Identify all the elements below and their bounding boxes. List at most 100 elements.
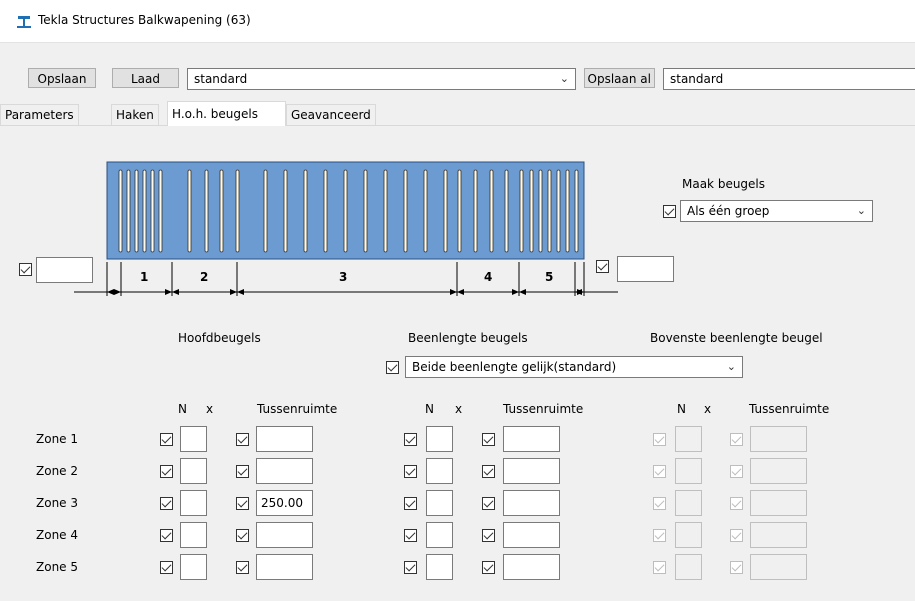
zone-label-1: 1 — [140, 270, 149, 284]
b-t-checkbox[interactable] — [482, 465, 495, 478]
b-t-checkbox[interactable] — [482, 529, 495, 542]
zone-row-label: Zone 2 — [36, 464, 78, 478]
left-offset-input[interactable] — [36, 257, 93, 283]
load-button[interactable]: Laad — [112, 68, 179, 88]
beenlengte-header: Beenlengte beugels — [408, 331, 528, 345]
stirrup-bar — [403, 169, 408, 253]
save-as-value: standard — [670, 72, 724, 86]
b-n-checkbox[interactable] — [404, 433, 417, 446]
maak-beugels-value: Als één groep — [687, 204, 770, 218]
b-n-input[interactable] — [426, 490, 453, 516]
stirrup-bar — [118, 169, 123, 253]
h-t-input[interactable]: 250.00 — [256, 490, 313, 516]
h-n-input[interactable] — [180, 554, 207, 580]
h-n-input[interactable] — [180, 426, 207, 452]
h-t-input[interactable] — [256, 522, 313, 548]
b-t-input[interactable] — [503, 554, 560, 580]
b-t-checkbox[interactable] — [482, 561, 495, 574]
maak-beugels-label: Maak beugels — [682, 177, 766, 191]
stirrup-bar — [443, 169, 448, 253]
b-n-checkbox[interactable] — [404, 465, 417, 478]
right-offset-input[interactable] — [617, 256, 674, 282]
b-n-input[interactable] — [426, 554, 453, 580]
zone-row-label: Zone 1 — [36, 432, 78, 446]
zone-row-label: Zone 5 — [36, 560, 78, 574]
stirrup-bar — [457, 169, 462, 253]
col-tussenruimte-2: Tussenruimte — [503, 402, 584, 416]
stirrup-bar — [283, 169, 288, 253]
h-t-checkbox[interactable] — [236, 433, 249, 446]
h-n-checkbox[interactable] — [160, 433, 173, 446]
h-t-input[interactable] — [256, 458, 313, 484]
tab-haken[interactable]: Haken — [111, 104, 159, 125]
beenlengte-value: Beide beenlengte gelijk(standard) — [412, 360, 617, 374]
top-t-checkbox — [730, 529, 743, 542]
left-offset-checkbox[interactable] — [19, 263, 32, 276]
tab-hoh-beugels[interactable]: H.o.h. beugels — [167, 101, 286, 126]
b-n-checkbox[interactable] — [404, 529, 417, 542]
col-x-3: x — [704, 402, 712, 416]
top-t-checkbox — [730, 497, 743, 510]
title-bar: Tekla Structures Balkwapening (63) — [0, 0, 915, 43]
maak-beugels-checkbox[interactable] — [663, 205, 676, 218]
h-t-input[interactable] — [256, 426, 313, 452]
top-n-checkbox — [653, 561, 666, 574]
h-t-checkbox[interactable] — [236, 561, 249, 574]
b-t-input[interactable] — [503, 458, 560, 484]
b-t-checkbox[interactable] — [482, 433, 495, 446]
h-t-checkbox[interactable] — [236, 465, 249, 478]
h-n-checkbox[interactable] — [160, 497, 173, 510]
beenlengte-checkbox[interactable] — [386, 361, 399, 374]
h-n-input[interactable] — [180, 490, 207, 516]
tekla-app-icon — [16, 14, 32, 28]
stirrup-bar — [126, 169, 131, 253]
b-n-checkbox[interactable] — [404, 561, 417, 574]
h-n-checkbox[interactable] — [160, 529, 173, 542]
stirrup-bar — [538, 169, 543, 253]
b-t-input[interactable] — [503, 490, 560, 516]
zone-label-3: 3 — [339, 270, 348, 284]
maak-beugels-dropdown[interactable]: Als één groep ⌄ — [680, 200, 873, 222]
col-n-3: N — [677, 402, 686, 416]
save-as-name-field[interactable]: standard — [663, 68, 915, 90]
b-n-input[interactable] — [426, 522, 453, 548]
right-offset-checkbox[interactable] — [596, 260, 609, 273]
b-t-input[interactable] — [503, 426, 560, 452]
stirrup-bar — [142, 169, 147, 253]
h-n-input[interactable] — [180, 458, 207, 484]
h-n-checkbox[interactable] — [160, 561, 173, 574]
dimension-arrowhead — [450, 289, 457, 295]
top-t-input — [750, 554, 807, 580]
b-n-checkbox[interactable] — [404, 497, 417, 510]
col-x-1: x — [206, 402, 214, 416]
stirrup-bar — [323, 169, 328, 253]
h-n-input[interactable] — [180, 522, 207, 548]
col-n-2: N — [425, 402, 434, 416]
b-n-input[interactable] — [426, 426, 453, 452]
save-as-button[interactable]: Opslaan al — [584, 68, 655, 88]
top-t-checkbox — [730, 465, 743, 478]
h-t-checkbox[interactable] — [236, 529, 249, 542]
zone-row-label: Zone 3 — [36, 496, 78, 510]
stirrup-bar — [529, 169, 534, 253]
save-button[interactable]: Opslaan — [28, 68, 96, 88]
h-t-input[interactable] — [256, 554, 313, 580]
b-n-input[interactable] — [426, 458, 453, 484]
beenlengte-dropdown[interactable]: Beide beenlengte gelijk(standard) ⌄ — [405, 356, 743, 378]
preset-dropdown[interactable]: standard ⌄ — [187, 68, 576, 90]
col-tussenruimte-3: Tussenruimte — [749, 402, 830, 416]
zone-label-5: 5 — [545, 270, 554, 284]
tab-parameters[interactable]: Parameters — [0, 104, 79, 125]
h-t-checkbox[interactable] — [236, 497, 249, 510]
top-n-input — [675, 522, 702, 548]
top-t-checkbox — [730, 433, 743, 446]
b-t-checkbox[interactable] — [482, 497, 495, 510]
dimension-arrowhead — [230, 289, 237, 295]
stirrup-bar — [303, 169, 308, 253]
stirrup-bar — [565, 169, 570, 253]
top-n-checkbox — [653, 465, 666, 478]
tab-geavanceerd[interactable]: Geavanceerd — [286, 104, 376, 125]
window-title: Tekla Structures Balkwapening (63) — [38, 13, 251, 27]
h-n-checkbox[interactable] — [160, 465, 173, 478]
b-t-input[interactable] — [503, 522, 560, 548]
